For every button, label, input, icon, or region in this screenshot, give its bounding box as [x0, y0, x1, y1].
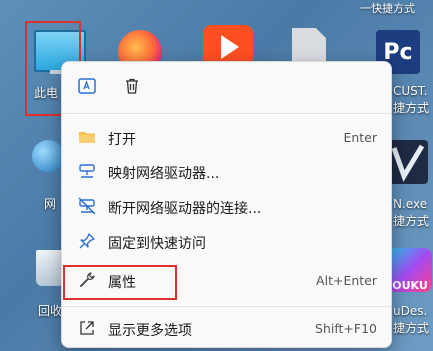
menu-item-open-label: 打开 [108, 132, 136, 148]
map-network-drive-icon [79, 164, 95, 178]
youku-app-label-2: 捷方式 [393, 321, 430, 335]
pc-app-tile-text: Pc [383, 39, 413, 65]
vpn-app-label-1: N.exe [393, 197, 428, 211]
pin-icon [79, 233, 95, 249]
menu-item-more-options-label: 显示更多选项 [108, 323, 192, 339]
vpn-app-icon[interactable] [388, 140, 428, 184]
desktop-top-text: 一快捷方式 [360, 2, 415, 15]
menu-item-open[interactable]: 打开 Enter [62, 120, 391, 154]
rename-icon [78, 78, 96, 94]
menu-item-properties-label: 属性 [108, 275, 136, 291]
this-pc-label: 此电 [34, 86, 59, 100]
delete-button[interactable] [118, 72, 146, 100]
trash-icon [126, 78, 138, 94]
youku-app-label-1: uDes. [393, 304, 428, 318]
youku-app-tile-text: OUKU [392, 279, 428, 292]
menu-item-disconnect-drive[interactable]: 断开网络驱动器的连接... [62, 189, 391, 223]
network-icon[interactable] [32, 140, 64, 172]
more-options-icon [80, 321, 94, 335]
menu-item-map-drive[interactable]: 映射网络驱动器... [62, 154, 391, 188]
menu-item-properties[interactable]: 属性 Alt+Enter [62, 263, 391, 297]
vpn-app-label-2: 捷方式 [393, 214, 430, 228]
folder-icon [79, 132, 95, 143]
rename-button[interactable] [73, 72, 101, 100]
menu-separator [62, 306, 391, 307]
menu-quick-actions [62, 62, 391, 112]
recycle-bin-label: 回收 [38, 304, 63, 318]
pc-app-label-2: 捷方式 [393, 101, 430, 115]
menu-item-more-options-shortcut: Shift+F10 [315, 321, 377, 336]
youku-app-icon[interactable]: OUKU [388, 248, 432, 292]
menu-item-map-drive-label: 映射网络驱动器... [108, 166, 220, 182]
disconnect-network-drive-icon [78, 197, 96, 215]
menu-item-pin-quick-access-label: 固定到快速访问 [108, 236, 206, 252]
menu-item-pin-quick-access[interactable]: 固定到快速访问 [62, 224, 391, 258]
pc-app-label-1: CUST. [393, 84, 428, 98]
menu-item-disconnect-drive-label: 断开网络驱动器的连接... [108, 201, 262, 217]
menu-item-properties-shortcut: Alt+Enter [316, 273, 377, 288]
menu-item-open-shortcut: Enter [343, 130, 377, 145]
menu-separator [62, 113, 391, 114]
context-menu: 打开 Enter 映射网络驱动器... 断开网络驱动器的连接... 固定到快速访… [61, 61, 392, 348]
menu-item-more-options[interactable]: 显示更多选项 Shift+F10 [62, 311, 391, 345]
recycle-bin-icon[interactable] [36, 250, 64, 286]
wrench-icon [79, 272, 95, 288]
network-label: 网 [44, 197, 57, 211]
